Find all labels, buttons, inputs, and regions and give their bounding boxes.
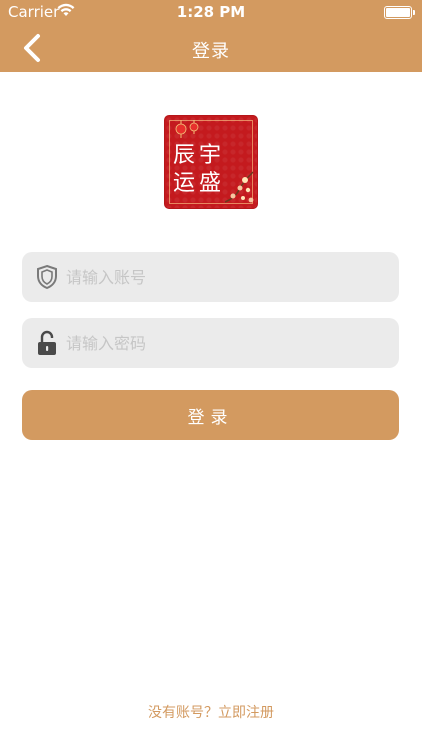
account-input[interactable] (66, 252, 386, 302)
password-field[interactable] (22, 318, 399, 368)
status-time: 1:28 PM (176, 3, 246, 21)
page-title: 登录 (192, 41, 230, 62)
navigation-bar: 登录 (0, 24, 422, 72)
login-button[interactable]: 登录 (22, 390, 399, 440)
status-bar: Carrier 1:28 PM (0, 0, 422, 24)
app-logo: 辰宇 运盛 (165, 116, 257, 208)
battery-icon (384, 6, 415, 19)
password-input[interactable] (66, 318, 386, 368)
shield-icon (35, 264, 59, 290)
plum-blossom-icon (224, 171, 254, 203)
account-field[interactable] (22, 252, 399, 302)
unlock-icon (35, 330, 59, 356)
logo-line-1: 辰宇 (173, 143, 226, 168)
register-link[interactable]: 没有账号？立即注册 (0, 702, 422, 722)
lantern-icon (175, 120, 199, 138)
